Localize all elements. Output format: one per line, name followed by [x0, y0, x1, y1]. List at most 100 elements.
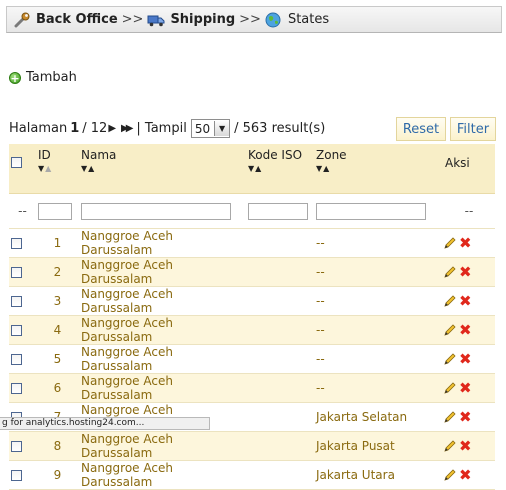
row-checkbox[interactable] — [11, 238, 22, 249]
pager-label: Halaman — [9, 121, 68, 136]
next-page-icon[interactable]: ▶ — [108, 123, 116, 134]
kode-iso-filter-input[interactable] — [248, 202, 308, 220]
delete-icon[interactable]: ✖ — [459, 381, 472, 396]
cell-kode-iso — [246, 286, 314, 316]
cell-zone: -- — [314, 257, 429, 287]
sort-arrows-icon[interactable]: ▼▲ — [38, 164, 77, 173]
row-checkbox[interactable] — [11, 354, 22, 365]
edit-icon[interactable] — [443, 294, 457, 308]
filter-placeholder: -- — [9, 193, 36, 229]
add-state-link[interactable]: + Tambah — [9, 70, 77, 85]
edit-icon[interactable] — [443, 352, 457, 366]
cell-aksi: ✖ — [429, 344, 495, 374]
breadcrumb-label: States — [287, 12, 330, 27]
table-row[interactable]: 9 Nanggroe Aceh Darussalam Jakarta Utara ✖ — [9, 460, 495, 490]
cell-kode-iso — [246, 228, 314, 258]
edit-icon[interactable] — [443, 236, 457, 250]
cell-nama: Nanggroe Aceh Darussalam — [79, 228, 246, 258]
cell-zone: -- — [314, 373, 429, 403]
cell-zone: Jakarta Selatan — [314, 402, 429, 432]
cell-aksi: ✖ — [429, 286, 495, 316]
status-bar: g for analytics.hosting24.com... — [0, 417, 210, 430]
cell-nama: Nanggroe Aceh Darussalam — [79, 431, 246, 461]
row-select-cell — [9, 228, 36, 258]
cell-id: 2 — [36, 257, 79, 287]
delete-icon[interactable]: ✖ — [459, 468, 472, 483]
column-header-nama: Nama ▼▲ — [79, 144, 246, 194]
edit-icon[interactable] — [443, 265, 457, 279]
table-row[interactable]: 5 Nanggroe Aceh Darussalam -- ✖ — [9, 344, 495, 374]
delete-icon[interactable]: ✖ — [459, 294, 472, 309]
column-header-zone: Zone ▼▲ — [314, 144, 429, 194]
filter-cell-zone — [314, 193, 429, 229]
cell-kode-iso — [246, 344, 314, 374]
id-filter-input[interactable] — [38, 202, 72, 220]
table-row[interactable]: 3 Nanggroe Aceh Darussalam -- ✖ — [9, 286, 495, 316]
table-row[interactable]: 2 Nanggroe Aceh Darussalam -- ✖ — [9, 257, 495, 287]
edit-icon[interactable] — [443, 323, 457, 337]
cell-id: 6 — [36, 373, 79, 403]
table-row[interactable]: 1 Nanggroe Aceh Darussalam -- ✖ — [9, 228, 495, 258]
show-label: | Tampil — [136, 121, 187, 136]
nama-filter-input[interactable] — [81, 202, 231, 220]
cell-kode-iso — [246, 460, 314, 490]
sort-arrows-icon[interactable]: ▼▲ — [316, 164, 427, 173]
edit-icon[interactable] — [443, 468, 457, 482]
row-checkbox[interactable] — [11, 441, 22, 452]
row-select-cell — [9, 373, 36, 403]
row-checkbox[interactable] — [11, 470, 22, 481]
cell-kode-iso — [246, 431, 314, 461]
results-count: / 563 result(s) — [234, 121, 326, 136]
breadcrumb-item-back-office[interactable]: Back Office — [13, 12, 118, 28]
cell-id: 1 — [36, 228, 79, 258]
cell-aksi: ✖ — [429, 257, 495, 287]
reset-button[interactable]: Reset — [396, 117, 446, 141]
cell-zone: -- — [314, 228, 429, 258]
delete-icon[interactable]: ✖ — [459, 236, 472, 251]
row-select-cell — [9, 315, 36, 345]
table-row[interactable]: 4 Nanggroe Aceh Darussalam -- ✖ — [9, 315, 495, 345]
cell-zone: Jakarta Utara — [314, 460, 429, 490]
add-link-label: Tambah — [26, 70, 77, 85]
delete-icon[interactable]: ✖ — [459, 352, 472, 367]
cell-aksi: ✖ — [429, 402, 495, 432]
cell-id: 8 — [36, 431, 79, 461]
row-select-cell — [9, 460, 36, 490]
edit-icon[interactable] — [443, 381, 457, 395]
breadcrumb: Back Office >> Shipping >> States — [6, 6, 502, 33]
delete-icon[interactable]: ✖ — [459, 410, 472, 425]
per-page-select[interactable]: 50 ▼ — [190, 119, 231, 138]
cell-aksi: ✖ — [429, 315, 495, 345]
delete-icon[interactable]: ✖ — [459, 265, 472, 280]
row-checkbox[interactable] — [11, 267, 22, 278]
column-header-aksi: Aksi — [429, 144, 495, 194]
row-checkbox[interactable] — [11, 325, 22, 336]
sort-arrows-icon[interactable]: ▼▲ — [248, 164, 312, 173]
cell-id: 3 — [36, 286, 79, 316]
edit-icon[interactable] — [443, 439, 457, 453]
column-header-id: ID ▼▲ — [36, 144, 79, 194]
select-all-checkbox[interactable] — [11, 157, 22, 168]
table-row[interactable]: 6 Nanggroe Aceh Darussalam -- ✖ — [9, 373, 495, 403]
breadcrumb-item-shipping[interactable]: Shipping — [147, 12, 235, 28]
per-page-value: 50 — [194, 121, 211, 136]
last-page-icon[interactable]: ▶▶ — [121, 123, 134, 134]
cell-aksi: ✖ — [429, 460, 495, 490]
wrench-icon — [14, 12, 30, 27]
row-select-cell — [9, 344, 36, 374]
cell-id: 9 — [36, 460, 79, 490]
sort-arrows-icon[interactable]: ▼▲ — [81, 164, 244, 173]
cell-id: 4 — [36, 315, 79, 345]
row-checkbox[interactable] — [11, 296, 22, 307]
states-table: ID ▼▲ Nama ▼▲ Kode ISO ▼▲ Zone ▼▲ Aksi -… — [9, 144, 495, 490]
filter-cell-kode-iso — [246, 193, 314, 229]
row-checkbox[interactable] — [11, 383, 22, 394]
edit-icon[interactable] — [443, 410, 457, 424]
delete-icon[interactable]: ✖ — [459, 323, 472, 338]
cell-nama: Nanggroe Aceh Darussalam — [79, 344, 246, 374]
delete-icon[interactable]: ✖ — [459, 439, 472, 454]
filter-button[interactable]: Filter — [450, 117, 496, 141]
table-row[interactable]: 8 Nanggroe Aceh Darussalam Jakarta Pusat ✖ — [9, 431, 495, 461]
filter-row: -- -- — [9, 193, 495, 229]
zone-filter-input[interactable] — [316, 202, 426, 220]
